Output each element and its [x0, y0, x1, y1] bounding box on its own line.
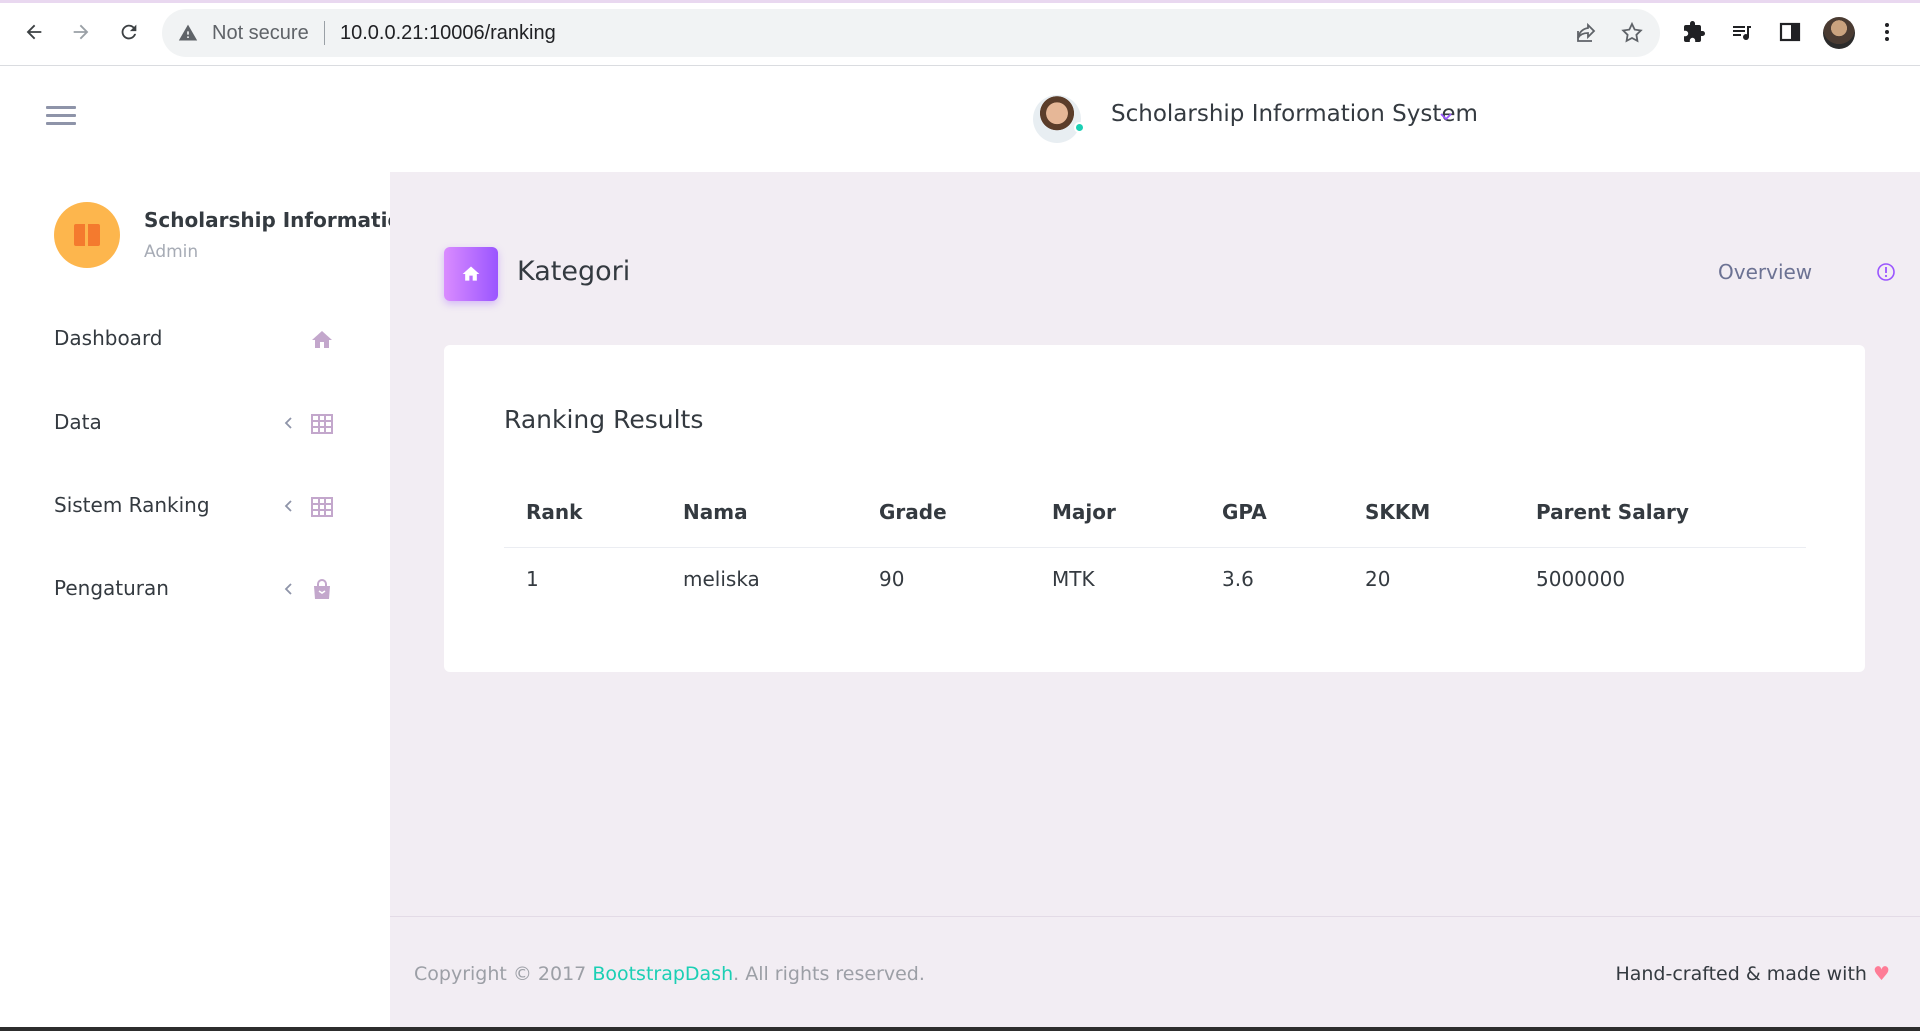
sidebar-brand-name: Scholarship Information — [144, 208, 416, 232]
reload-icon — [121, 24, 137, 40]
column-header-nama: Nama — [683, 500, 748, 524]
sidebar-item-sistem-ranking[interactable]: Sistem Ranking — [54, 487, 344, 527]
chevron-left-icon — [284, 500, 292, 512]
side-panel-icon — [1779, 22, 1801, 42]
sidebar-item-data[interactable]: Data — [54, 404, 344, 444]
column-header-grade: Grade — [879, 500, 947, 524]
cell-nama: meliska — [683, 567, 760, 591]
overview-link[interactable]: Overview — [1718, 260, 1812, 284]
back-button[interactable] — [16, 14, 52, 50]
table-row: 1 meliska 90 MTK 3.6 20 5000000 — [504, 548, 1806, 616]
info-circle-icon[interactable] — [1876, 262, 1896, 282]
sidebar-item-label: Sistem Ranking — [54, 493, 210, 517]
footer-credit: Hand-crafted & made with ♥ — [1615, 963, 1890, 985]
grid-icon — [311, 497, 333, 517]
warning-icon — [178, 24, 198, 41]
bag-icon — [314, 579, 330, 599]
sidebar: Scholarship Information Admin Dashboard … — [0, 172, 415, 1031]
forward-button[interactable] — [63, 14, 99, 50]
table-header-row: Rank Nama Grade Major GPA SKKM Parent Sa… — [504, 481, 1806, 548]
sidebar-item-label: Data — [54, 410, 102, 434]
app-header: Scholarship Information System — [0, 66, 1920, 172]
user-avatar[interactable] — [1033, 95, 1081, 143]
browser-toolbar: Not secure 10.0.0.21:10006/ranking — [0, 0, 1920, 66]
arrow-left-icon — [26, 24, 42, 40]
page-title: Kategori — [517, 256, 631, 287]
menu-toggle-icon[interactable] — [46, 106, 76, 130]
page-title-icon — [444, 247, 498, 301]
profile-dropdown-label[interactable]: Scholarship Information System — [1111, 101, 1478, 127]
extensions-button[interactable] — [1677, 15, 1711, 49]
ranking-table: Rank Nama Grade Major GPA SKKM Parent Sa… — [504, 481, 1806, 616]
cell-skkm: 20 — [1365, 567, 1391, 591]
column-header-parent-salary: Parent Salary — [1536, 500, 1689, 524]
tab-strip-accent — [0, 0, 1920, 3]
card-title: Ranking Results — [504, 405, 704, 434]
column-header-skkm: SKKM — [1365, 500, 1431, 524]
arrow-right-icon — [73, 24, 89, 40]
cell-rank: 1 — [526, 567, 539, 591]
sidebar-item-dashboard[interactable]: Dashboard — [54, 320, 344, 360]
address-bar[interactable]: Not secure 10.0.0.21:10006/ranking — [162, 9, 1660, 57]
more-vertical-icon — [1885, 23, 1889, 41]
cell-gpa: 3.6 — [1222, 567, 1254, 591]
browser-profile-avatar[interactable] — [1823, 17, 1855, 49]
ranking-results-card: Ranking Results Rank Nama Grade Major GP… — [444, 345, 1865, 672]
sidebar-item-label: Pengaturan — [54, 576, 169, 600]
chevron-left-icon — [284, 417, 292, 429]
bookmark-star-icon[interactable] — [1620, 21, 1644, 45]
share-icon[interactable] — [1574, 21, 1598, 45]
brand-logo-icon — [74, 224, 100, 246]
grid-icon — [311, 414, 333, 434]
url-text[interactable]: 10.0.0.21:10006/ranking — [340, 22, 556, 45]
address-separator — [324, 21, 325, 45]
puzzle-icon — [1684, 21, 1705, 42]
reload-button[interactable] — [111, 14, 147, 50]
online-status-indicator — [1074, 122, 1085, 133]
column-header-rank: Rank — [526, 500, 583, 524]
cell-major: MTK — [1052, 567, 1095, 591]
cell-grade: 90 — [879, 567, 905, 591]
chevron-down-icon[interactable] — [1438, 108, 1454, 124]
home-icon — [462, 266, 480, 281]
column-header-gpa: GPA — [1222, 500, 1267, 524]
home-icon — [312, 331, 332, 348]
reading-list-button[interactable] — [1725, 15, 1759, 49]
security-status[interactable]: Not secure — [212, 22, 309, 45]
playlist-icon — [1733, 26, 1751, 41]
sidebar-user-role: Admin — [144, 242, 199, 262]
footer-credit-text: Hand-crafted & made with — [1615, 963, 1867, 985]
column-header-major: Major — [1052, 500, 1116, 524]
side-panel-button[interactable] — [1773, 15, 1807, 49]
brand-avatar — [54, 202, 120, 268]
sidebar-item-label: Dashboard — [54, 326, 163, 350]
main-content: Kategori Overview Ranking Results Rank N… — [390, 172, 1920, 1031]
heart-icon: ♥ — [1872, 963, 1890, 985]
copyright-prefix: Copyright © 2017 — [414, 963, 593, 985]
cell-parent-salary: 5000000 — [1536, 567, 1626, 591]
chevron-left-icon — [284, 583, 292, 595]
footer: Copyright © 2017 BootstrapDash. All righ… — [390, 916, 1920, 1031]
window-bottom-edge — [0, 1027, 1920, 1031]
copyright-suffix: . All rights reserved. — [733, 963, 925, 985]
bootstrapdash-link[interactable]: BootstrapDash — [592, 963, 733, 985]
browser-menu-button[interactable] — [1870, 15, 1904, 49]
footer-copyright: Copyright © 2017 BootstrapDash. All righ… — [414, 963, 925, 985]
sidebar-item-pengaturan[interactable]: Pengaturan — [54, 570, 344, 610]
